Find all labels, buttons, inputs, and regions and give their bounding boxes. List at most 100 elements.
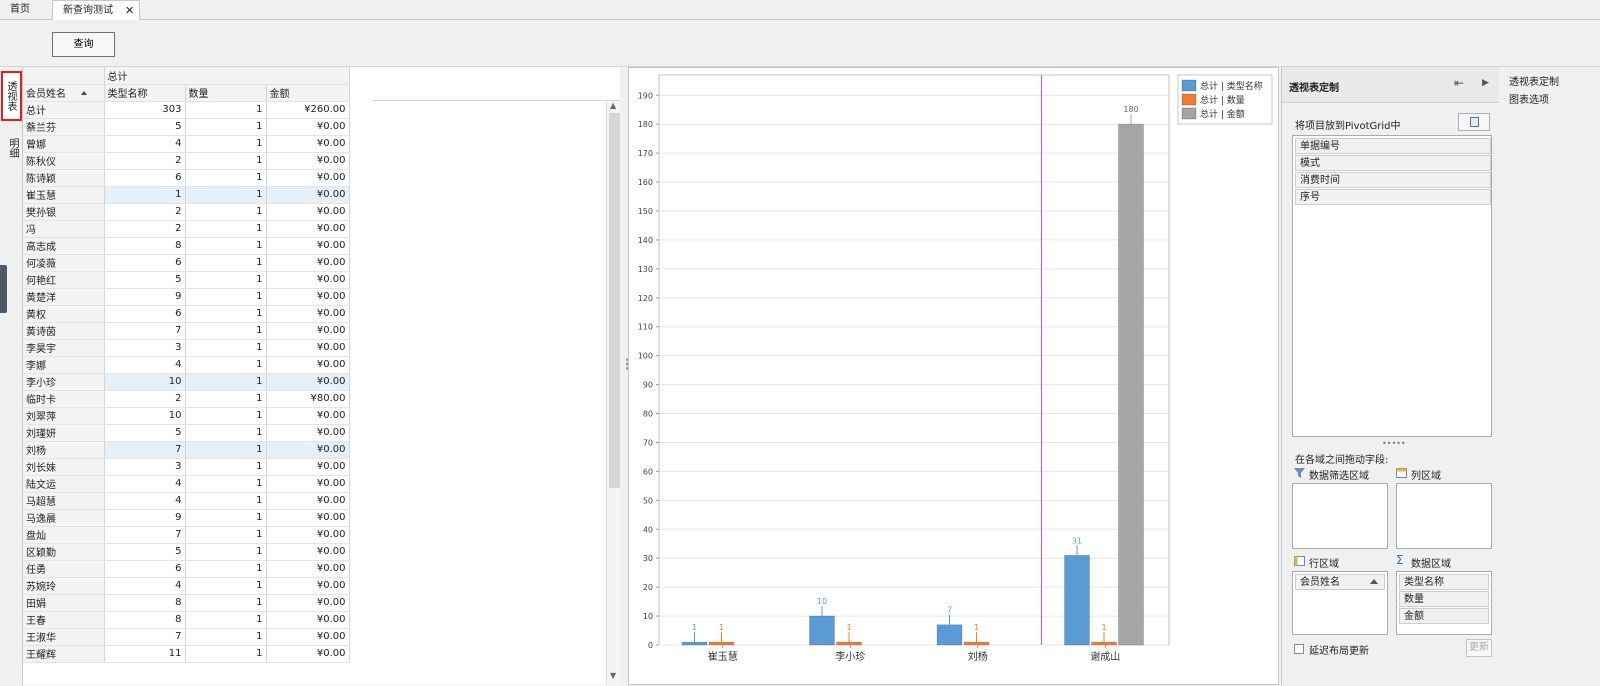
row-header-cell[interactable]: 陈秋仪 xyxy=(23,152,105,170)
tab-pivot[interactable]: 透视表 xyxy=(1,71,22,121)
row-header-cell[interactable]: 刘瑾妍 xyxy=(23,424,105,442)
quantity-cell[interactable]: 1 xyxy=(185,475,267,493)
type-name-cell[interactable]: 7 xyxy=(104,441,186,459)
update-button[interactable]: 更新 xyxy=(1466,639,1492,657)
amount-cell[interactable]: ¥0.00 xyxy=(266,645,350,663)
amount-cell[interactable]: ¥0.00 xyxy=(266,169,350,187)
row-header-cell[interactable]: 田娟 xyxy=(23,594,105,612)
bar[interactable] xyxy=(708,641,735,646)
amount-cell[interactable]: ¥260.00 xyxy=(266,101,350,119)
amount-cell[interactable]: ¥0.00 xyxy=(266,203,350,221)
data-area-box[interactable]: 类型名称 数量 金额 xyxy=(1396,571,1492,635)
row-header-cell[interactable]: 李昊宇 xyxy=(23,339,105,357)
amount-cell[interactable]: ¥0.00 xyxy=(266,339,350,357)
type-name-cell[interactable]: 6 xyxy=(104,169,186,187)
amount-cell[interactable]: ¥0.00 xyxy=(266,458,350,476)
type-name-cell[interactable]: 6 xyxy=(104,560,186,578)
row-header-cell[interactable]: 曾娜 xyxy=(23,135,105,153)
row-header-cell[interactable]: 陈诗颖 xyxy=(23,169,105,187)
amount-cell[interactable]: ¥0.00 xyxy=(266,577,350,595)
amount-cell[interactable]: ¥0.00 xyxy=(266,118,350,136)
quantity-cell[interactable]: 1 xyxy=(185,611,267,629)
bar[interactable] xyxy=(1118,123,1144,646)
type-name-cell[interactable]: 5 xyxy=(104,543,186,561)
type-name-cell[interactable]: 7 xyxy=(104,322,186,340)
row-header-cell[interactable]: 刘翠萍 xyxy=(23,407,105,425)
bar[interactable] xyxy=(1091,641,1117,646)
row-header-cell[interactable]: 刘长妹 xyxy=(23,458,105,476)
amount-cell[interactable]: ¥80.00 xyxy=(266,390,350,408)
type-name-cell[interactable]: 8 xyxy=(104,594,186,612)
column-total-header[interactable]: 总计 xyxy=(104,67,350,85)
filter-area-box[interactable] xyxy=(1292,483,1388,549)
field-item[interactable]: 模式 xyxy=(1295,155,1491,171)
bar[interactable] xyxy=(681,641,708,646)
amount-cell[interactable]: ¥0.00 xyxy=(266,424,350,442)
dock-icon[interactable]: ⇤ xyxy=(1454,76,1464,90)
quantity-cell[interactable]: 1 xyxy=(185,169,267,187)
scrollbar-thumb[interactable] xyxy=(609,113,620,488)
quantity-cell[interactable]: 1 xyxy=(185,322,267,340)
scroll-down-icon[interactable]: ▼ xyxy=(610,671,616,680)
type-name-cell[interactable]: 2 xyxy=(104,390,186,408)
type-name-cell[interactable]: 10 xyxy=(104,373,186,391)
expand-arrow-icon[interactable]: ▶ xyxy=(1482,78,1489,88)
type-name-cell[interactable]: 5 xyxy=(104,118,186,136)
type-name-cell[interactable]: 8 xyxy=(104,237,186,255)
row-header-cell[interactable]: 冯 xyxy=(23,220,105,238)
amount-cell[interactable]: ¥0.00 xyxy=(266,254,350,272)
type-name-cell[interactable]: 2 xyxy=(104,220,186,238)
quantity-cell[interactable]: 1 xyxy=(185,526,267,544)
column-header-amount[interactable]: 金额 xyxy=(266,84,350,102)
row-header-cell[interactable]: 何凌薇 xyxy=(23,254,105,272)
row-header-cell[interactable]: 马超慧 xyxy=(23,492,105,510)
row-header-cell[interactable]: 王耀辉 xyxy=(23,645,105,663)
row-header-cell[interactable]: 黄权 xyxy=(23,305,105,323)
row-header-cell[interactable]: 苏婉玲 xyxy=(23,577,105,595)
query-button[interactable]: 查询 xyxy=(52,32,115,57)
amount-cell[interactable]: ¥0.00 xyxy=(266,543,350,561)
quantity-cell[interactable]: 1 xyxy=(185,305,267,323)
quantity-cell[interactable]: 1 xyxy=(185,288,267,306)
row-header-cell[interactable]: 黄楚洋 xyxy=(23,288,105,306)
grid-chart-splitter[interactable]: ••• xyxy=(620,67,631,685)
type-name-cell[interactable]: 2 xyxy=(104,203,186,221)
defer-layout-checkbox[interactable] xyxy=(1294,644,1304,654)
row-header-cell[interactable]: 陆文运 xyxy=(23,475,105,493)
row-header-cell[interactable]: 王春 xyxy=(23,611,105,629)
amount-cell[interactable]: ¥0.00 xyxy=(266,611,350,629)
quantity-cell[interactable]: 1 xyxy=(185,373,267,391)
bar[interactable] xyxy=(836,641,862,646)
amount-cell[interactable]: ¥0.00 xyxy=(266,475,350,493)
amount-cell[interactable]: ¥0.00 xyxy=(266,220,350,238)
quantity-cell[interactable]: 1 xyxy=(185,237,267,255)
amount-cell[interactable]: ¥0.00 xyxy=(266,560,350,578)
bar[interactable] xyxy=(1064,554,1090,646)
quantity-cell[interactable]: 1 xyxy=(185,543,267,561)
row-header-cell[interactable]: 任勇 xyxy=(23,560,105,578)
row-header-cell[interactable]: 何艳红 xyxy=(23,271,105,289)
quantity-cell[interactable]: 1 xyxy=(185,458,267,476)
column-header-type-name[interactable]: 类型名称 xyxy=(104,84,186,102)
quantity-cell[interactable]: 1 xyxy=(185,118,267,136)
type-name-cell[interactable]: 2 xyxy=(104,152,186,170)
row-header-cell[interactable]: 李娜 xyxy=(23,356,105,374)
quantity-cell[interactable]: 1 xyxy=(185,186,267,204)
row-header-cell[interactable]: 盘灿 xyxy=(23,526,105,544)
type-name-cell[interactable]: 3 xyxy=(104,339,186,357)
row-header-cell[interactable]: 王淑华 xyxy=(23,628,105,646)
quantity-cell[interactable]: 1 xyxy=(185,356,267,374)
row-header-cell[interactable]: 李小珍 xyxy=(23,373,105,391)
type-name-cell[interactable]: 4 xyxy=(104,475,186,493)
quantity-cell[interactable]: 1 xyxy=(185,577,267,595)
amount-cell[interactable]: ¥0.00 xyxy=(266,186,350,204)
amount-cell[interactable]: ¥0.00 xyxy=(266,237,350,255)
quantity-cell[interactable]: 1 xyxy=(185,441,267,459)
collapse-grip-handle[interactable] xyxy=(0,265,7,313)
quantity-cell[interactable]: 1 xyxy=(185,560,267,578)
sort-ascending-icon[interactable] xyxy=(1370,579,1378,584)
column-header-quantity[interactable]: 数量 xyxy=(185,84,267,102)
row-header-cell[interactable]: 蔡兰芬 xyxy=(23,118,105,136)
row-header-cell[interactable]: 总计 xyxy=(23,101,105,119)
amount-cell[interactable]: ¥0.00 xyxy=(266,594,350,612)
